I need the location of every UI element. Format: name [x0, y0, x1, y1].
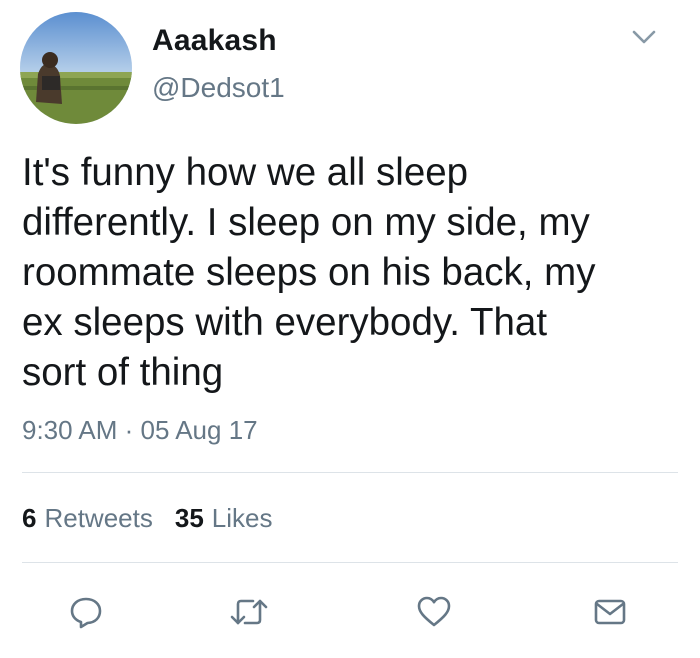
envelope-icon — [594, 599, 626, 625]
tweet-timestamp[interactable]: 9:30 AM · 05 Aug 17 — [22, 415, 258, 446]
retweets-count: 6 — [22, 503, 37, 533]
tweet-stats: 6 Retweets 35 Likes — [22, 503, 272, 534]
reply-icon — [70, 597, 102, 629]
retweets-label: Retweets — [44, 503, 153, 533]
avatar-image — [20, 12, 132, 124]
likes-stat[interactable]: 35 Likes — [175, 503, 273, 534]
display-name[interactable]: Aaakash — [152, 24, 277, 58]
divider — [22, 562, 678, 563]
retweet-icon — [230, 599, 268, 625]
tweet-card: Aaakash @Dedsot1 It's funny how we all s… — [0, 0, 700, 658]
likes-count: 35 — [174, 503, 204, 533]
reply-button[interactable] — [64, 590, 108, 634]
retweets-stat[interactable]: 6 Retweets — [22, 503, 153, 534]
divider — [22, 472, 678, 473]
chevron-down-icon[interactable] — [628, 24, 660, 50]
like-button[interactable] — [412, 590, 456, 634]
retweet-button[interactable] — [227, 590, 271, 634]
tweet-text: It's funny how we all sleep differently.… — [22, 151, 596, 394]
likes-label: Likes — [211, 503, 273, 533]
avatar[interactable] — [20, 12, 132, 124]
direct-message-button[interactable] — [588, 590, 632, 634]
heart-icon — [417, 596, 451, 627]
tweet-actions — [0, 590, 700, 634]
user-handle[interactable]: @Dedsot1 — [152, 72, 285, 104]
